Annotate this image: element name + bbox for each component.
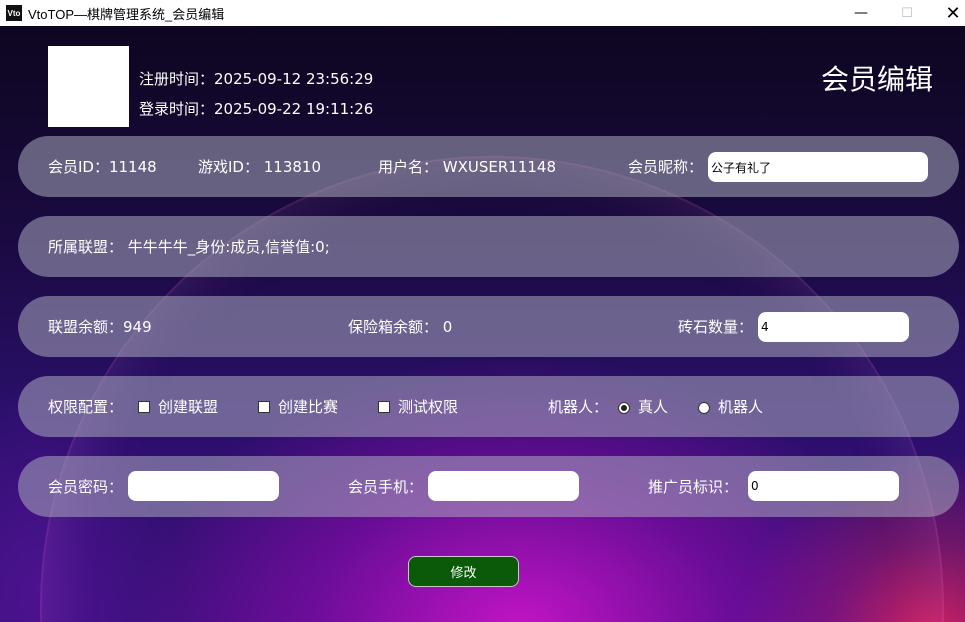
create-alliance-label: 创建联盟 — [158, 398, 219, 416]
submit-button[interactable]: 修改 — [408, 556, 519, 587]
window-title: VtoTOP—棋牌管理系统_会员编辑 — [28, 6, 225, 22]
create-match-checkbox[interactable] — [258, 401, 270, 413]
account-panel: 会员密码： 会员手机： 推广员标识： — [18, 456, 959, 517]
page-title: 会员编辑 — [820, 63, 933, 96]
safe-balance: 保险箱余额： 0 — [348, 318, 453, 336]
member-id: 会员ID：11148 — [48, 158, 157, 176]
phone-label: 会员手机： — [348, 478, 424, 496]
permission-label: 权限配置： — [48, 398, 124, 416]
permission-panel: 权限配置： 创建联盟 创建比赛 测试权限 机器人： 真人 机器人 — [18, 376, 959, 437]
promoter-label: 推广员标识： — [648, 478, 739, 496]
create-alliance-checkbox[interactable] — [138, 401, 150, 413]
password-label: 会员密码： — [48, 478, 124, 496]
alliance-info: 所属联盟： 牛牛牛牛_身份:成员,信誉值:0; — [48, 238, 330, 256]
test-permission-label: 测试权限 — [398, 398, 459, 416]
maximize-button[interactable]: ☐ — [884, 0, 930, 26]
close-button[interactable]: ✕ — [930, 0, 965, 26]
promoter-input[interactable] — [748, 471, 899, 501]
nickname-input[interactable] — [708, 152, 928, 182]
diamond-input[interactable] — [758, 312, 909, 342]
avatar — [48, 46, 129, 127]
human-radio-label: 真人 — [638, 398, 669, 416]
diamond-label: 砖石数量： — [678, 318, 754, 336]
window-titlebar: Vto VtoTOP—棋牌管理系统_会员编辑 — ☐ ✕ — [0, 0, 965, 26]
alliance-panel: 所属联盟： 牛牛牛牛_身份:成员,信誉值:0; — [18, 216, 959, 277]
alliance-balance: 联盟余额：949 — [48, 318, 152, 336]
phone-input[interactable] — [428, 471, 579, 501]
nickname-label: 会员昵称： — [628, 158, 704, 176]
member-info-panel: 会员ID：11148 游戏ID： 113810 用户名： WXUSER11148… — [18, 136, 959, 197]
main-content: 注册时间：2025-09-12 23:56:29 登录时间：2025-09-22… — [0, 26, 965, 622]
game-id: 游戏ID： 113810 — [198, 158, 322, 176]
test-permission-checkbox[interactable] — [378, 401, 390, 413]
username: 用户名： WXUSER11148 — [378, 158, 556, 176]
create-match-label: 创建比赛 — [278, 398, 339, 416]
balance-panel: 联盟余额：949 保险箱余额： 0 砖石数量： — [18, 296, 959, 357]
minimize-button[interactable]: — — [838, 0, 884, 26]
robot-radio-label: 机器人 — [718, 398, 764, 416]
robot-label: 机器人： — [548, 398, 609, 416]
robot-radio[interactable] — [698, 402, 710, 414]
password-input[interactable] — [128, 471, 279, 501]
app-logo-icon: Vto — [6, 5, 22, 21]
login-time: 登录时间：2025-09-22 19:11:26 — [139, 100, 374, 118]
register-time: 注册时间：2025-09-12 23:56:29 — [139, 70, 374, 88]
human-radio[interactable] — [618, 402, 630, 414]
